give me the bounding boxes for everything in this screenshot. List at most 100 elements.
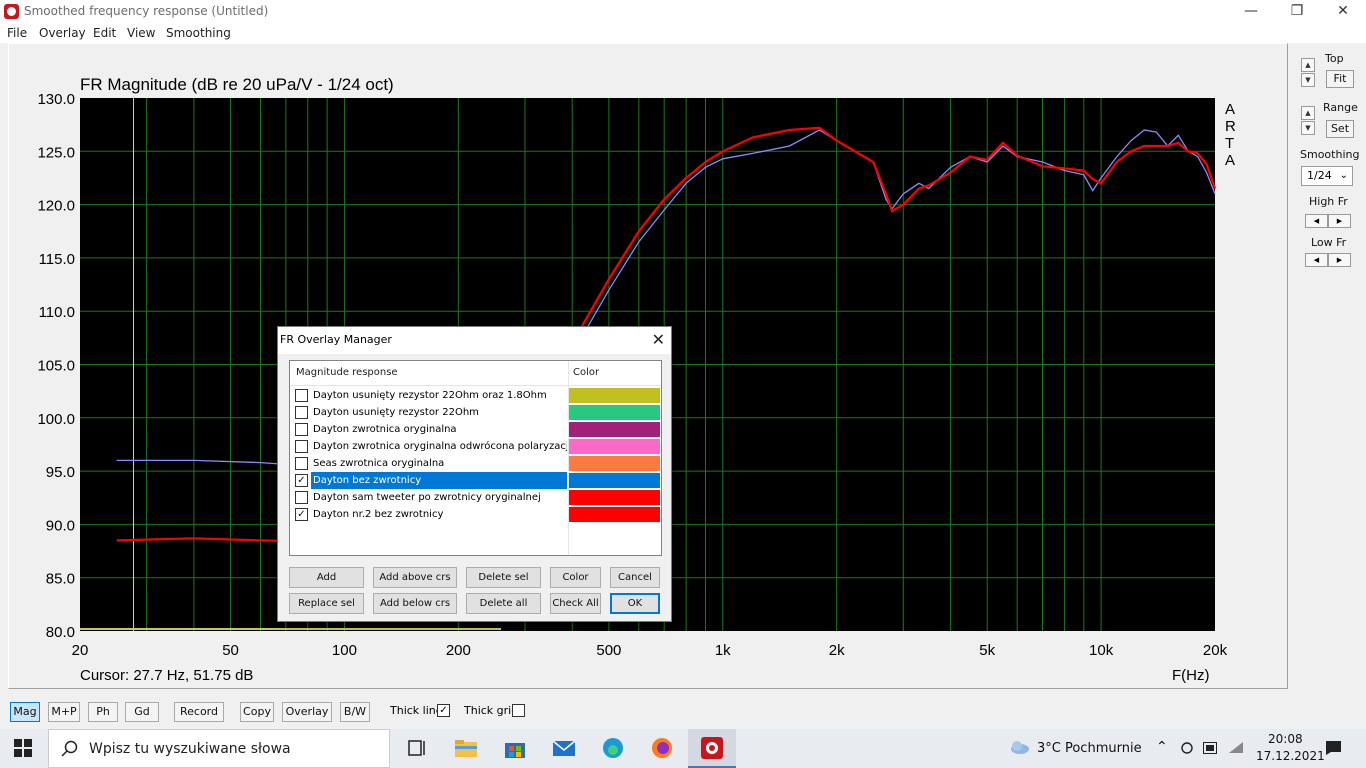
- gd-button[interactable]: Gd: [125, 702, 159, 722]
- smoothing-value: 1/24: [1307, 169, 1332, 182]
- list-item[interactable]: Dayton zwrotnica oryginalna: [290, 421, 661, 438]
- menu-smoothing[interactable]: Smoothing: [166, 26, 231, 40]
- list-item[interactable]: Dayton usunięty rezystor 22Ohm oraz 1.8O…: [290, 387, 661, 404]
- title-bar: Smoothed frequency response (Untitled) —…: [0, 0, 1366, 23]
- range-down-arrow[interactable]: ▼: [1301, 121, 1315, 135]
- menu-view[interactable]: View: [127, 26, 155, 40]
- wifi-icon[interactable]: [1228, 741, 1244, 755]
- add-above-crs-button[interactable]: Add above crs: [373, 567, 457, 588]
- x-tick-label: 100: [332, 642, 357, 659]
- check-all-button[interactable]: Check All: [550, 593, 601, 614]
- overlay-list[interactable]: Magnitude response Color Dayton usunięty…: [289, 360, 662, 556]
- menu-edit[interactable]: Edit: [93, 26, 116, 40]
- row-checkbox[interactable]: ✓: [295, 474, 308, 487]
- weather-text[interactable]: 3°C Pochmurnie: [1037, 741, 1142, 756]
- row-color-swatch[interactable]: [569, 507, 660, 522]
- high-fr-left-arrow[interactable]: ◀: [1305, 214, 1328, 228]
- color-button[interactable]: Color: [550, 567, 601, 588]
- list-item[interactable]: ✓ Dayton bez zwrotnicy: [290, 472, 661, 489]
- mag-button[interactable]: Mag: [10, 702, 40, 722]
- smoothing-select[interactable]: 1/24 ⌄: [1301, 166, 1353, 186]
- arta-app-icon: [4, 4, 19, 19]
- file-explorer-icon[interactable]: [454, 737, 478, 759]
- column-header-color[interactable]: Color: [573, 367, 599, 378]
- cloud-icon: [1011, 741, 1029, 754]
- menu-bar: File Overlay Edit View Smoothing: [0, 23, 1366, 43]
- row-color-swatch[interactable]: [569, 405, 660, 420]
- network-status-icon[interactable]: [1180, 741, 1194, 755]
- close-window-button[interactable]: ✕: [1320, 0, 1366, 23]
- smoothing-label: Smoothing: [1300, 148, 1360, 161]
- low-fr-left-arrow[interactable]: ◀: [1305, 253, 1328, 267]
- ok-button[interactable]: OK: [610, 593, 660, 614]
- bw-button[interactable]: B/W: [340, 702, 370, 722]
- list-item[interactable]: Seas zwrotnica oryginalna: [290, 455, 661, 472]
- row-color-swatch[interactable]: [569, 456, 660, 471]
- delete-all-button[interactable]: Delete all: [466, 593, 541, 614]
- row-color-swatch[interactable]: [569, 439, 660, 454]
- record-button[interactable]: Record: [174, 702, 224, 722]
- replace-sel-button[interactable]: Replace sel: [289, 593, 364, 614]
- row-color-swatch[interactable]: [569, 490, 660, 505]
- mail-icon[interactable]: [552, 737, 576, 759]
- set-button[interactable]: Set: [1326, 120, 1354, 138]
- arta-taskbar-button[interactable]: [688, 729, 736, 768]
- restore-button[interactable]: ❐: [1274, 0, 1320, 23]
- row-checkbox[interactable]: [295, 389, 308, 402]
- top-down-arrow[interactable]: ▼: [1301, 73, 1315, 87]
- row-checkbox[interactable]: [295, 491, 308, 504]
- firefox-icon[interactable]: [650, 737, 674, 759]
- cancel-button[interactable]: Cancel: [610, 567, 660, 588]
- row-checkbox[interactable]: [295, 423, 308, 436]
- row-checkbox[interactable]: [295, 440, 308, 453]
- menu-overlay[interactable]: Overlay: [39, 26, 86, 40]
- copy-button[interactable]: Copy: [240, 702, 274, 722]
- high-fr-right-arrow[interactable]: ▶: [1328, 214, 1351, 228]
- row-checkbox[interactable]: [295, 406, 308, 419]
- top-up-arrow[interactable]: ▲: [1301, 58, 1315, 72]
- fit-button[interactable]: Fit: [1326, 70, 1354, 88]
- clock-date[interactable]: 17.12.2021: [1256, 749, 1325, 763]
- overlay-button[interactable]: Overlay: [282, 702, 332, 722]
- row-color-swatch[interactable]: [569, 473, 660, 488]
- y-tick-label: 130.0: [37, 91, 75, 108]
- thick-line-label: Thick line: [390, 704, 443, 717]
- dialog-title-bar: FR Overlay Manager ✕: [278, 327, 671, 354]
- row-color-swatch[interactable]: [569, 422, 660, 437]
- range-up-arrow[interactable]: ▲: [1301, 106, 1315, 120]
- list-item[interactable]: Dayton zwrotnica oryginalna odwrócona po…: [290, 438, 661, 455]
- thick-line-checkbox[interactable]: ✓: [437, 704, 450, 717]
- x-tick-label: 20: [72, 642, 89, 659]
- menu-file[interactable]: File: [7, 26, 27, 40]
- row-checkbox[interactable]: [295, 457, 308, 470]
- edge-browser-icon[interactable]: [601, 737, 625, 759]
- taskbar-search-box[interactable]: Wpisz tu wyszukiwane słowa: [48, 729, 390, 768]
- row-checkbox[interactable]: ✓: [295, 508, 308, 521]
- list-item[interactable]: ✓ Dayton nr.2 bez zwrotnicy: [290, 506, 661, 523]
- clock-time[interactable]: 20:08: [1268, 732, 1303, 746]
- minimize-button[interactable]: —: [1228, 0, 1274, 23]
- row-color-swatch[interactable]: [569, 388, 660, 403]
- add-below-crs-button[interactable]: Add below crs: [373, 593, 457, 614]
- column-header-name[interactable]: Magnitude response: [296, 367, 398, 378]
- thick-grid-checkbox[interactable]: [512, 704, 525, 717]
- store-icon[interactable]: [503, 737, 527, 759]
- y-tick-label: 95.0: [46, 464, 75, 481]
- mp-button[interactable]: M+P: [48, 702, 80, 722]
- row-label: Dayton zwrotnica oryginalna odwrócona po…: [313, 441, 567, 452]
- chevron-up-icon[interactable]: ⌃: [1156, 739, 1168, 755]
- delete-sel-button[interactable]: Delete sel: [466, 567, 541, 588]
- windows-start-icon[interactable]: [14, 739, 32, 757]
- list-item[interactable]: Dayton sam tweeter po zwrotnicy oryginal…: [290, 489, 661, 506]
- low-fr-right-arrow[interactable]: ▶: [1328, 253, 1351, 267]
- fr-overlay-manager-dialog: FR Overlay Manager ✕ Magnitude response …: [277, 326, 672, 622]
- add-button[interactable]: Add: [289, 567, 364, 588]
- ph-button[interactable]: Ph: [88, 702, 118, 722]
- task-view-icon[interactable]: [406, 737, 430, 759]
- notification-icon[interactable]: [1325, 740, 1342, 756]
- y-tick-label: 115.0: [39, 251, 75, 268]
- battery-icon[interactable]: [1203, 742, 1219, 754]
- list-header: Magnitude response Color: [290, 361, 661, 386]
- close-icon[interactable]: ✕: [652, 330, 665, 349]
- list-item[interactable]: Dayton usunięty rezystor 22Ohm: [290, 404, 661, 421]
